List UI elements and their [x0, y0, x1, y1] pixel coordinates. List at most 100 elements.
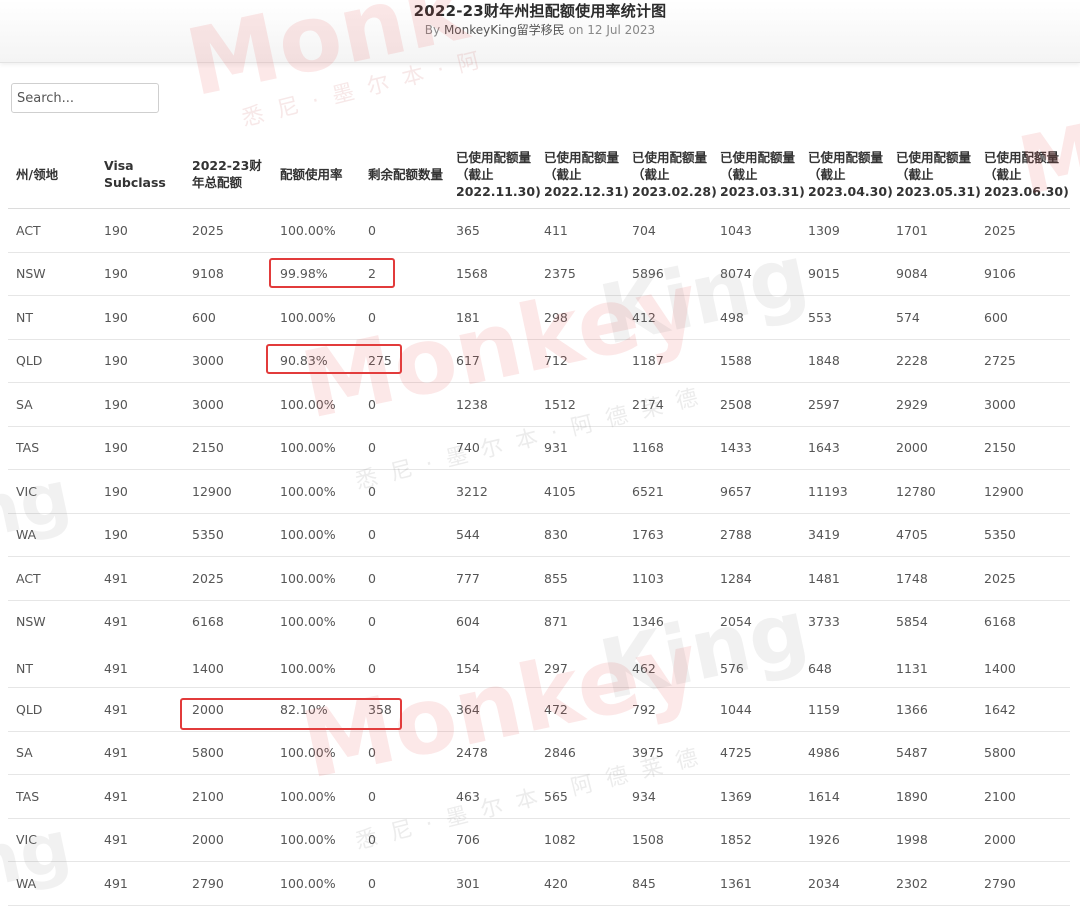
table-cell: 2025	[976, 208, 1070, 253]
table-cell: 472	[536, 687, 624, 732]
column-header[interactable]: 已使用配额量（截止2023.03.31)	[712, 140, 805, 209]
table-cell: 190	[96, 426, 184, 470]
table-cell: 576	[712, 643, 800, 688]
table-cell: 2790	[976, 861, 1070, 906]
table-cell: 5487	[888, 731, 976, 775]
search-input[interactable]	[11, 83, 159, 113]
table-cell: 0	[360, 818, 448, 862]
table-cell: 463	[448, 774, 536, 819]
table-cell: 9108	[184, 252, 272, 296]
table-row: ACT 190 2025 100.00% 0 365 411 704 1043 1309 1701 2…	[8, 208, 1070, 253]
table-cell: 4725	[712, 731, 800, 775]
table-cell: 9657	[712, 469, 800, 514]
table-cell: 1284	[712, 556, 800, 601]
table-cell: 190	[96, 295, 184, 340]
table-cell: 1852	[712, 818, 800, 862]
table-cell: 2000	[888, 426, 976, 470]
table-cell: 1512	[536, 382, 624, 427]
column-header[interactable]: 已使用配额量（截止2023.02.28)	[624, 140, 717, 209]
table-cell: 553	[800, 295, 888, 340]
table-cell: 12900	[184, 469, 272, 514]
table-cell: 2025	[184, 208, 272, 253]
table-cell: 1369	[712, 774, 800, 819]
table-header-row: 州/领地 Visa Subclass 2022-23财年总配额 配额使用率 剩余…	[8, 140, 1070, 209]
column-header[interactable]: 已使用配额量（截止2022.11.30)	[448, 140, 541, 209]
table-cell: 2	[360, 252, 448, 296]
table-cell: 855	[536, 556, 624, 601]
table-cell: 297	[536, 643, 624, 688]
table-cell: 491	[96, 861, 184, 906]
table-cell: 82.10%	[272, 687, 360, 732]
table-cell: 100.00%	[272, 469, 360, 514]
table-cell: 1568	[448, 252, 536, 296]
byline-prefix: By	[424, 23, 444, 37]
column-header[interactable]: Visa Subclass	[96, 140, 184, 209]
table-cell: 5800	[976, 731, 1070, 775]
table-cell: QLD	[8, 687, 96, 732]
table-cell: 190	[96, 208, 184, 253]
table-cell: 565	[536, 774, 624, 819]
table-cell: 100.00%	[272, 731, 360, 775]
table-cell: 5350	[184, 513, 272, 557]
table-cell: 1642	[976, 687, 1070, 732]
byline-date: on 12 Jul 2023	[564, 23, 656, 37]
table-cell: 740	[448, 426, 536, 470]
column-header[interactable]: 剩余配额数量	[360, 140, 448, 209]
table-cell: 2302	[888, 861, 976, 906]
table-cell: 2597	[800, 382, 888, 427]
column-header[interactable]: 已使用配额量（截止2023.06.30)	[976, 140, 1070, 209]
report-header: 2022-23财年州担配额使用率统计图 By MonkeyKing留学移民 on…	[0, 0, 1080, 63]
table-cell: 6168	[976, 600, 1070, 647]
table-cell: 9106	[976, 252, 1070, 296]
table-cell: 1159	[800, 687, 888, 732]
table-cell: 1763	[624, 513, 712, 557]
table-cell: 9084	[888, 252, 976, 296]
table-cell: 2025	[976, 556, 1070, 601]
table-cell: 2725	[976, 339, 1070, 383]
column-header[interactable]: 州/领地	[8, 140, 96, 209]
table-cell: SA	[8, 382, 96, 427]
column-header[interactable]: 2022-23财年总配额	[184, 140, 272, 209]
table-cell: 1748	[888, 556, 976, 601]
table-row: VIC 190 12900 100.00% 0 3212 4105 6521 9657 11193…	[8, 469, 1070, 514]
table-cell: 1926	[800, 818, 888, 862]
table-cell: 2790	[184, 861, 272, 906]
table-cell: NT	[8, 295, 96, 340]
table-cell: 412	[624, 295, 712, 340]
table-cell: 704	[624, 208, 712, 253]
column-header[interactable]: 配额使用率	[272, 140, 360, 209]
byline: By MonkeyKing留学移民 on 12 Jul 2023	[0, 21, 1080, 38]
table-cell: 301	[448, 861, 536, 906]
table-cell: 1366	[888, 687, 976, 732]
table-cell: 99.98%	[272, 252, 360, 296]
table-cell: 931	[536, 426, 624, 470]
table-row: QLD 491 2000 82.10% 358 364 472 792 1044 1159 1366…	[8, 687, 1070, 732]
byline-author: MonkeyKing留学移民	[443, 23, 565, 37]
table-cell: 1508	[624, 818, 712, 862]
table-cell: NSW	[8, 252, 96, 296]
table-cell: 2000	[976, 818, 1070, 862]
table-cell: 100.00%	[272, 600, 360, 647]
table-cell: 181	[448, 295, 536, 340]
table-cell: 1614	[800, 774, 888, 819]
table-cell: 777	[448, 556, 536, 601]
table-cell: 9015	[800, 252, 888, 296]
column-header[interactable]: 已使用配额量（截止2022.12.31)	[536, 140, 629, 209]
table-row: QLD 190 3000 90.83% 275 617 712 1187 1588 1848 222…	[8, 339, 1070, 383]
table-cell: 498	[712, 295, 800, 340]
column-header[interactable]: 已使用配额量（截止2023.05.31)	[888, 140, 981, 209]
table-cell: 1187	[624, 339, 712, 383]
table-cell: 2034	[800, 861, 888, 906]
table-cell: 100.00%	[272, 818, 360, 862]
table-cell: 12780	[888, 469, 976, 514]
page: 2022-23财年州担配额使用率统计图 By MonkeyKing留学移民 on…	[0, 0, 1080, 914]
table-cell: 1890	[888, 774, 976, 819]
table-cell: 0	[360, 643, 448, 688]
table-cell: 4105	[536, 469, 624, 514]
table-cell: 1643	[800, 426, 888, 470]
table-cell: VIC	[8, 818, 96, 862]
table-cell: 3212	[448, 469, 536, 514]
table-cell: 2846	[536, 731, 624, 775]
column-header[interactable]: 已使用配额量（截止2023.04.30)	[800, 140, 893, 209]
table-cell: 871	[536, 600, 624, 647]
